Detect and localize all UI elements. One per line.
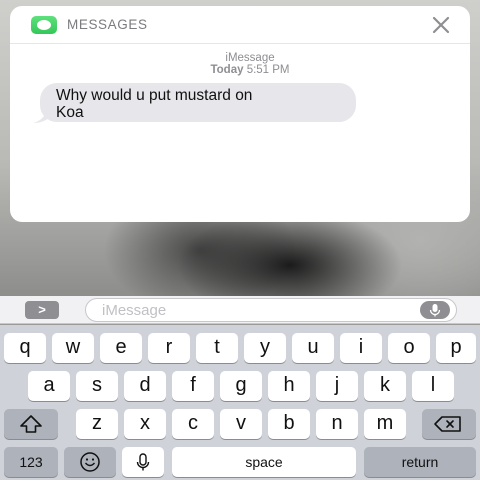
key-f[interactable]: f (172, 371, 214, 401)
key-m[interactable]: m (364, 409, 406, 439)
key-a[interactable]: a (28, 371, 70, 401)
key-c[interactable]: c (172, 409, 214, 439)
dictation-button[interactable] (420, 301, 450, 319)
key-s[interactable]: s (76, 371, 118, 401)
close-button[interactable] (430, 14, 452, 36)
key-j[interactable]: j (316, 371, 358, 401)
key-v[interactable]: v (220, 409, 262, 439)
key-g[interactable]: g (220, 371, 262, 401)
key-z[interactable]: z (76, 409, 118, 439)
message-input[interactable]: iMessage (85, 298, 457, 322)
key-i[interactable]: i (340, 333, 382, 363)
emoji-key[interactable] (64, 447, 116, 477)
key-w[interactable]: w (52, 333, 94, 363)
close-icon (432, 16, 450, 34)
key-q[interactable]: q (4, 333, 46, 363)
timestamp-day: Today (210, 64, 244, 76)
app-name: MESSAGES (67, 17, 148, 32)
service-label: iMessage (225, 52, 275, 64)
message-notification[interactable]: MESSAGES iMessage Today 5:51 PM Why woul… (10, 6, 470, 222)
key-r[interactable]: r (148, 333, 190, 363)
message-text-line2: Koa (56, 104, 84, 121)
delete-icon (434, 416, 461, 432)
key-n[interactable]: n (316, 409, 358, 439)
shift-key[interactable] (4, 409, 58, 439)
key-l[interactable]: l (412, 371, 454, 401)
key-o[interactable]: o (388, 333, 430, 363)
key-t[interactable]: t (196, 333, 238, 363)
key-h[interactable]: h (268, 371, 310, 401)
delete-key[interactable] (422, 409, 476, 439)
key-p[interactable]: p (436, 333, 476, 363)
key-y[interactable]: y (244, 333, 286, 363)
timestamp: Today 5:51 PM (10, 64, 470, 76)
emoji-icon (80, 452, 100, 472)
microphone-icon (429, 304, 441, 317)
message-bubble[interactable]: Why would u put mustard on Koa (40, 83, 356, 122)
message-text-line1: Why would u put mustard on (56, 87, 253, 104)
notification-header: MESSAGES (10, 6, 470, 44)
microphone-icon (136, 453, 150, 471)
apps-button[interactable]: > (25, 301, 59, 319)
return-key[interactable]: return (364, 447, 476, 477)
space-key[interactable]: space (172, 447, 356, 477)
key-e[interactable]: e (100, 333, 142, 363)
key-b[interactable]: b (268, 409, 310, 439)
messages-app-icon (31, 16, 57, 34)
key-u[interactable]: u (292, 333, 334, 363)
key-k[interactable]: k (364, 371, 406, 401)
timestamp-time: 5:51 PM (246, 64, 290, 76)
numbers-key[interactable]: 123 (4, 447, 58, 477)
keyboard: q w e r t y u i o p a s d f g h j k l z … (0, 325, 480, 480)
key-d[interactable]: d (124, 371, 166, 401)
message-placeholder: iMessage (102, 302, 167, 319)
shift-icon (20, 415, 42, 433)
dictation-key[interactable] (122, 447, 164, 477)
message-input-bar: > iMessage (0, 296, 480, 324)
key-x[interactable]: x (124, 409, 166, 439)
